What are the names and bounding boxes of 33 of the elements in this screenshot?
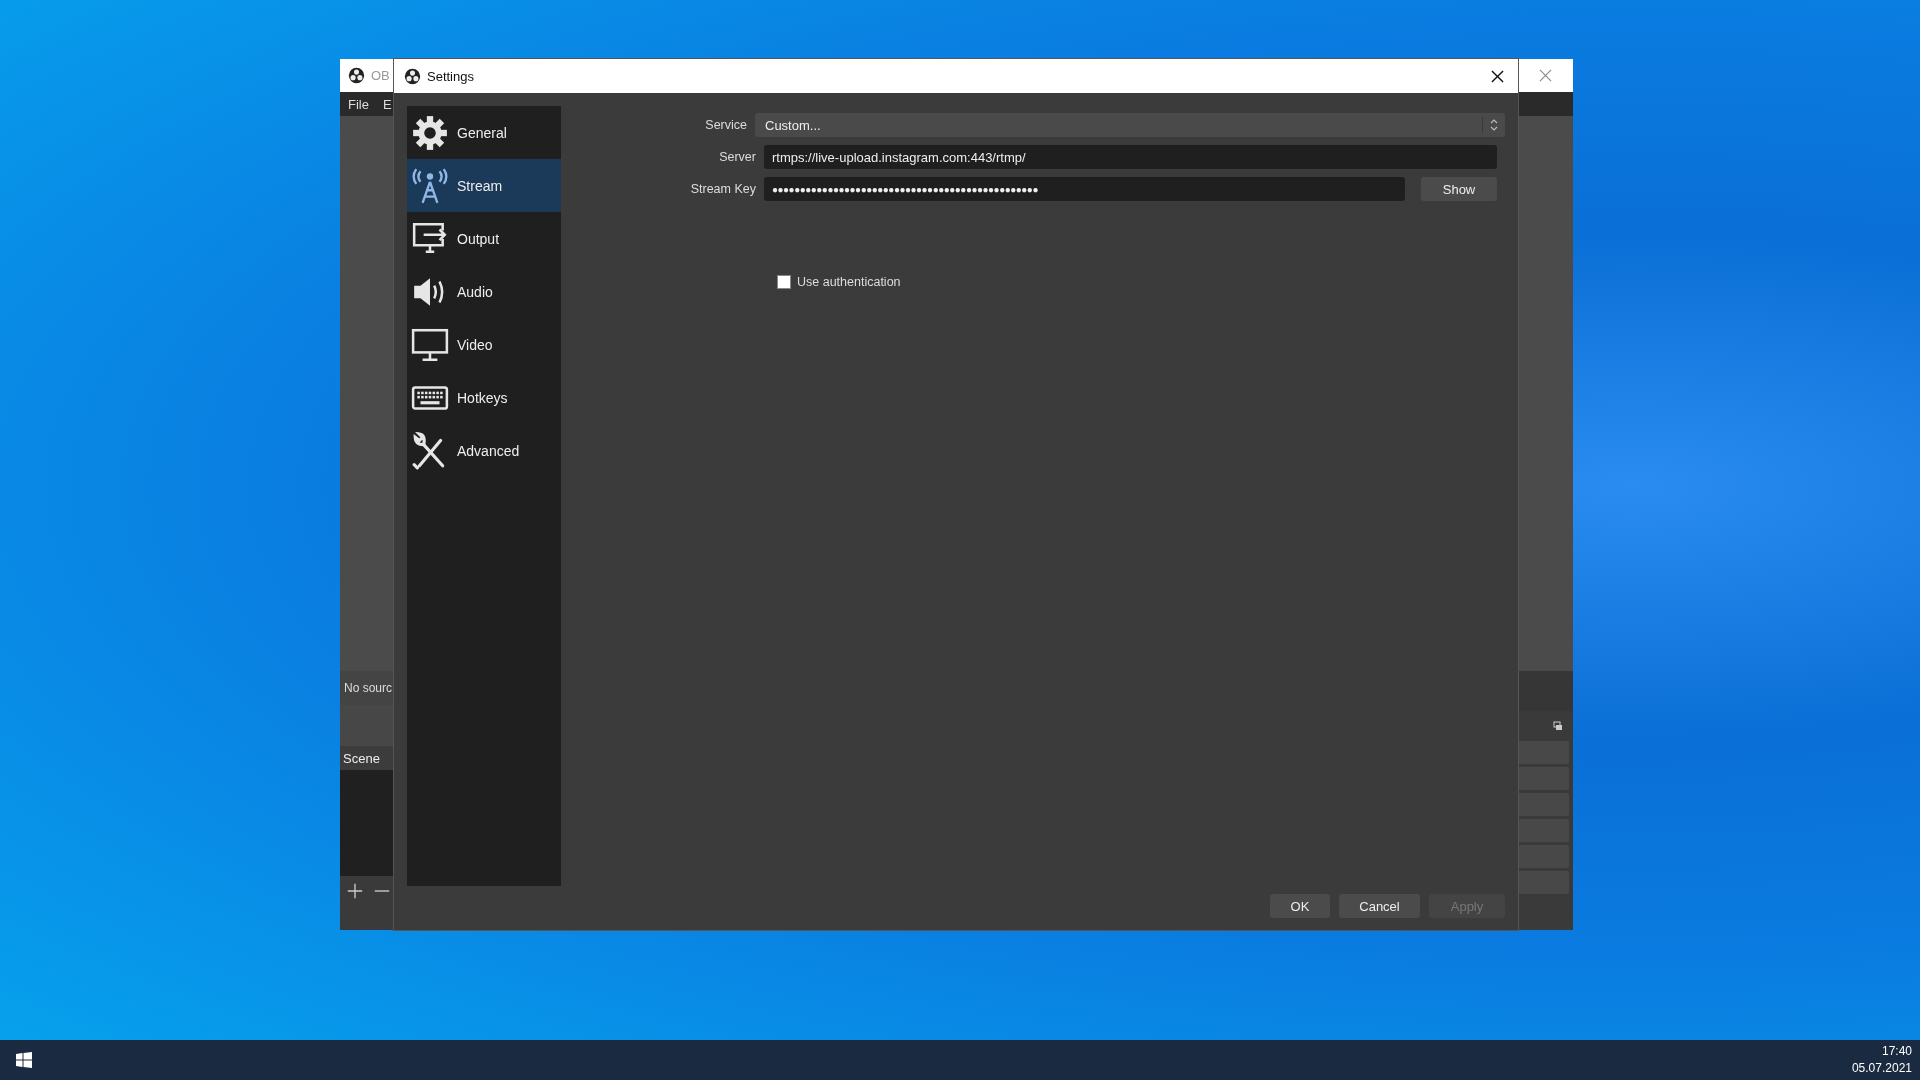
server-field[interactable]: rtmps://live-upload.instagram.com:443/rtmp/ [764, 145, 1497, 169]
field-label: Stream Key [689, 182, 756, 196]
menu-item[interactable]: File [348, 96, 369, 112]
clock-date: 05.07.2021 [1851, 1060, 1912, 1077]
start-icon[interactable] [16, 1052, 32, 1068]
close-icon[interactable] [1491, 69, 1504, 83]
field-label: Server [718, 150, 756, 164]
show-button[interactable]: Show [1421, 177, 1497, 201]
clock-time: 17:40 [1881, 1043, 1912, 1060]
dialog-button[interactable]: Cancel [1339, 894, 1420, 918]
add-icon[interactable] [346, 882, 364, 900]
dialog-title: Settings [427, 68, 474, 84]
checkbox[interactable] [777, 275, 791, 289]
sidebar-item[interactable]: General [407, 106, 561, 159]
checkbox-label[interactable]: Use authentication [797, 275, 901, 289]
dialog-button[interactable]: OK [1270, 894, 1330, 918]
sidebar-item[interactable]: Advanced [407, 424, 561, 477]
antenna-icon [411, 166, 449, 205]
window-title: OB [371, 68, 390, 83]
stream-key-field[interactable]: ●●●●●●●●●●●●●●●●●●●●●●●●●●●●●●●●●●●●●●●●●●●●●●●● [764, 177, 1405, 201]
app-logo-icon [404, 67, 421, 85]
sidebar-item[interactable]: Output [407, 212, 561, 265]
sidebar-item[interactable]: Audio [407, 265, 561, 318]
sidebar-item[interactable]: Stream [407, 159, 561, 212]
menu-item[interactable]: E [382, 96, 392, 112]
preview-message: No sourc [340, 671, 394, 705]
app-logo-icon [348, 67, 365, 84]
sidebar-item[interactable]: Hotkeys [407, 371, 561, 424]
gear-icon [411, 113, 449, 152]
undock-icon[interactable] [1553, 721, 1563, 731]
service-dropdown[interactable]: Custom... [755, 113, 1505, 137]
sidebar-item[interactable]: Video [407, 318, 561, 371]
field-label: Service [704, 118, 747, 132]
